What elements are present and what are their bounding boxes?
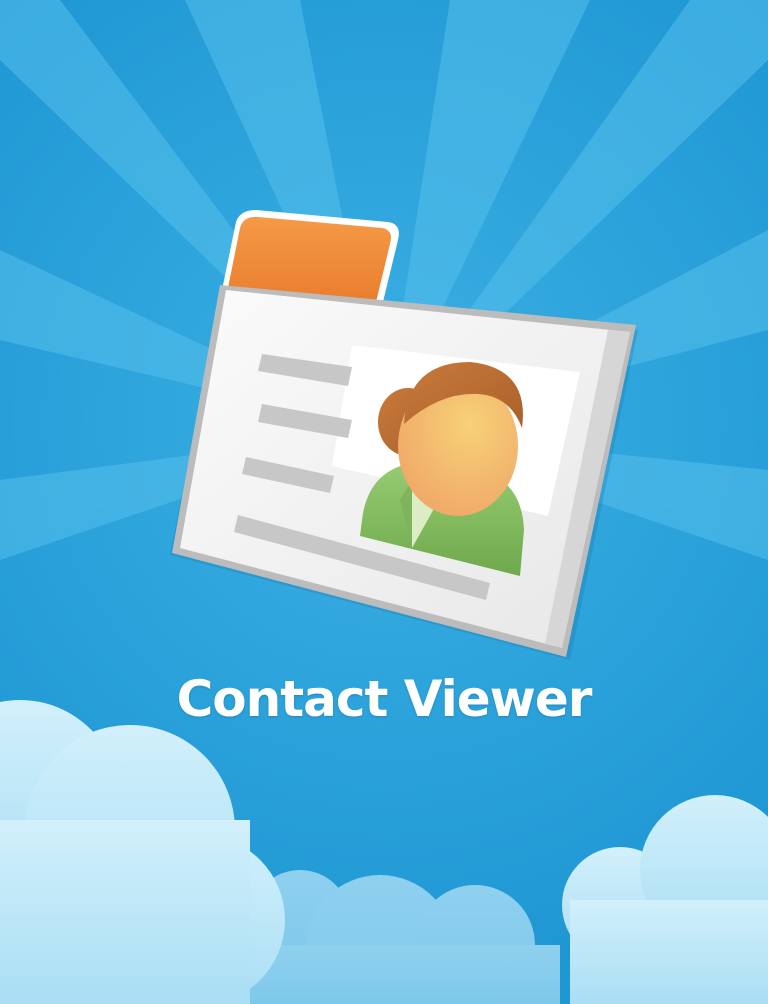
splash-background — [0, 0, 768, 1004]
app-title: Contact Viewer — [176, 670, 593, 728]
